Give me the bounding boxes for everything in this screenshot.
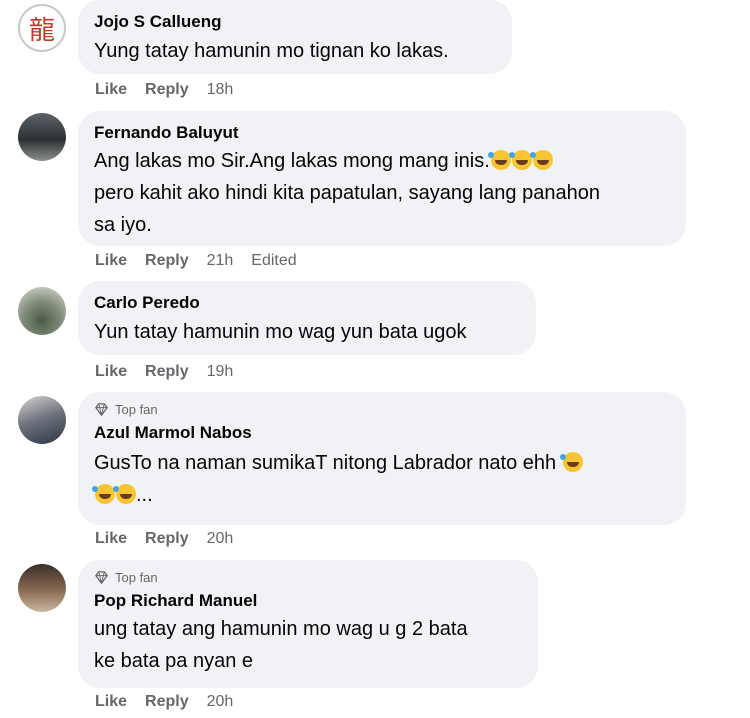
rofl-emoji-icon (113, 484, 136, 504)
reply-button[interactable]: Reply (145, 81, 189, 99)
top-fan-label: Top fan (115, 402, 158, 417)
timestamp[interactable]: 20h (207, 693, 234, 711)
like-button[interactable]: Like (95, 693, 127, 711)
timestamp[interactable]: 19h (207, 363, 234, 381)
dragon-character-icon: 龍 (28, 15, 55, 46)
avatar[interactable] (18, 564, 66, 612)
comment-bubble: Fernando Baluyut Ang lakas mo Sir.Ang la… (78, 111, 686, 246)
comment-actions: Like Reply 18h (95, 81, 233, 99)
comment-text: ung tatay ang hamunin mo wag u g 2 bata … (94, 613, 522, 677)
avatar[interactable] (18, 287, 66, 335)
avatar[interactable] (18, 396, 66, 444)
reply-button[interactable]: Reply (145, 363, 189, 381)
like-button[interactable]: Like (95, 363, 127, 381)
comment-text-line: Ang lakas mo Sir.Ang lakas mong mang ini… (94, 150, 490, 172)
comment-actions: Like Reply 19h (95, 363, 233, 381)
top-fan-badge: Top fan (94, 402, 670, 417)
comment-text: Yun tatay hamunin mo wag yun bata ugok (94, 321, 467, 343)
timestamp[interactable]: 21h (207, 252, 234, 270)
commenter-name[interactable]: Carlo Peredo (94, 293, 520, 313)
commenter-name[interactable]: Pop Richard Manuel (94, 591, 522, 611)
reply-button[interactable]: Reply (145, 693, 189, 711)
avatar[interactable]: 龍 (18, 4, 66, 52)
like-button[interactable]: Like (95, 530, 127, 548)
comment-text-line: ke bata pa nyan e (94, 650, 254, 672)
commenter-name[interactable]: Jojo S Callueng (94, 12, 496, 32)
comment-text: GusTo na naman sumikaT nitong Labrador n… (92, 447, 670, 511)
comment-text-line: sa iyo. (94, 214, 152, 236)
timestamp[interactable]: 18h (207, 81, 234, 99)
reply-button[interactable]: Reply (145, 530, 189, 548)
comment-text-line: ... (136, 484, 153, 506)
reply-button[interactable]: Reply (145, 252, 189, 270)
comment-text: Ang lakas mo Sir.Ang lakas mong mang ini… (94, 145, 670, 241)
like-button[interactable]: Like (95, 252, 127, 270)
timestamp[interactable]: 20h (207, 530, 234, 548)
top-fan-badge: Top fan (94, 570, 522, 585)
comment-text-line: GusTo na naman sumikaT nitong Labrador n… (94, 452, 557, 474)
rofl-emoji-icon (508, 150, 532, 170)
avatar[interactable] (18, 113, 66, 161)
rofl-emoji-icon (559, 452, 583, 472)
comment-text: Yung tatay hamunin mo tignan ko lakas. (94, 40, 449, 62)
like-button[interactable]: Like (95, 81, 127, 99)
top-fan-label: Top fan (115, 570, 158, 585)
comment-actions: Like Reply 20h (95, 693, 233, 711)
rofl-emoji-icon (487, 150, 511, 170)
comment-bubble: Top fan Pop Richard Manuel ung tatay ang… (78, 560, 538, 688)
commenter-name[interactable]: Azul Marmol Nabos (94, 423, 670, 443)
edited-label: Edited (251, 252, 297, 269)
comment-text-line: ung tatay ang hamunin mo wag u g 2 bata (94, 618, 468, 640)
comment-actions: Like Reply 21h Edited (95, 252, 297, 270)
rofl-emoji-icon (529, 150, 553, 170)
comment-bubble: Top fan Azul Marmol Nabos GusTo na naman… (78, 392, 686, 525)
rofl-emoji-icon (92, 484, 115, 504)
diamond-icon (95, 571, 108, 585)
commenter-name[interactable]: Fernando Baluyut (94, 123, 670, 143)
comment-text-line: pero kahit ako hindi kita papatulan, say… (94, 182, 600, 204)
diamond-icon (95, 403, 108, 417)
comment-bubble: Jojo S Callueng Yung tatay hamunin mo ti… (78, 0, 512, 74)
comment-bubble: Carlo Peredo Yun tatay hamunin mo wag yu… (78, 281, 536, 355)
comment-actions: Like Reply 20h (95, 530, 233, 548)
